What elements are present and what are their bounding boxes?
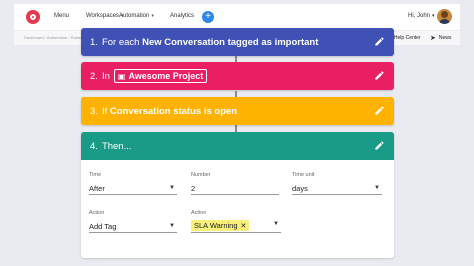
avatar[interactable] (437, 9, 452, 24)
chevron-down-icon: ▾ (151, 13, 154, 19)
action-tag-field: Action SLA Warning ✕ ▼ (191, 210, 281, 233)
action-label: Action (89, 210, 105, 216)
nav-menu-label: Menu (54, 13, 70, 19)
user-menu[interactable]: Hi, John ▾ (408, 13, 435, 19)
project-icon: ▣ (117, 71, 126, 81)
user-greeting: Hi, John (408, 13, 431, 19)
project-chip[interactable]: ▣ Awesome Project (113, 69, 208, 83)
number-input[interactable]: 2 (191, 184, 279, 195)
app-logo[interactable] (26, 10, 40, 24)
nav-automation[interactable]: Automation ▾ (119, 13, 154, 19)
chevron-down-icon: ▼ (374, 185, 380, 191)
close-icon[interactable]: ✕ (241, 222, 247, 230)
action-value: Add Tag (89, 222, 117, 231)
nav-analytics[interactable]: Analytics (170, 13, 194, 19)
step-scope[interactable]: 2. In ▣ Awesome Project (81, 62, 394, 90)
pencil-icon[interactable] (374, 70, 385, 81)
nav-workspaces[interactable]: Workspaces ▾ (86, 13, 123, 19)
action-form-panel: Time After ▼ Number 2 Time unit days ▼ Act… (81, 160, 394, 258)
nav-automation-label: Automation (119, 13, 150, 19)
add-button[interactable]: + (202, 11, 214, 23)
step-number: 1. (90, 36, 98, 48)
nav-analytics-label: Analytics (170, 13, 195, 19)
step-text: In (101, 70, 110, 82)
step-number: 4. (90, 140, 98, 152)
pencil-icon[interactable] (374, 140, 385, 151)
action-field: Action Add Tag ▼ (89, 210, 177, 233)
number-value: 2 (191, 184, 196, 193)
news-label: News (438, 35, 452, 41)
action-tag-label: Action (191, 210, 207, 216)
number-field: Number 2 (191, 172, 279, 195)
project-chip-label: Awesome Project (128, 71, 204, 81)
tag-chip-label: SLA Warning (194, 221, 238, 230)
time-unit-value: days (292, 184, 308, 193)
step-text: If (101, 105, 110, 117)
step-number: 3. (90, 105, 98, 117)
chevron-down-icon: ▼ (169, 223, 175, 229)
step-condition[interactable]: 3. If Conversation status is open (81, 97, 394, 125)
nav-menu[interactable]: Menu (54, 13, 69, 19)
help-center-label: Help Center (393, 34, 421, 41)
tag-select[interactable]: SLA Warning ✕ ▼ (191, 220, 281, 233)
breadcrumb: Dashboard › Automation › Rules (24, 35, 81, 40)
time-field: Time After ▼ (89, 172, 177, 195)
step-condition-text: Conversation status is open (109, 105, 238, 117)
chevron-down-icon: ▼ (169, 185, 175, 191)
nav-workspaces-label: Workspaces (86, 13, 119, 19)
time-unit-label: Time unit (292, 172, 315, 178)
chevron-down-icon: ▾ (432, 13, 435, 19)
pencil-icon[interactable] (374, 36, 385, 47)
time-value: After (89, 184, 105, 193)
time-select[interactable]: After ▼ (89, 184, 177, 195)
news-link[interactable]: ➤ News (430, 34, 451, 42)
time-unit-select[interactable]: days ▼ (292, 184, 382, 195)
time-label: Time (89, 172, 102, 178)
time-unit-field: Time unit days ▼ (292, 172, 382, 195)
pencil-icon[interactable] (374, 105, 385, 116)
number-label: Number (191, 172, 211, 178)
top-navigation-bar: Menu Workspaces ▾ Automation ▾ Analytics +… (14, 4, 460, 30)
step-trigger[interactable]: 1. For each New Conversation tagged as i… (81, 28, 394, 56)
step-number: 2. (90, 70, 98, 82)
action-select[interactable]: Add Tag ▼ (89, 222, 177, 233)
step-trigger-condition: New Conversation tagged as important (142, 36, 319, 48)
chevron-down-icon: ▼ (273, 221, 279, 227)
step-text: Then... (101, 140, 132, 152)
step-connector (235, 125, 237, 132)
step-action[interactable]: 4. Then... (81, 132, 394, 160)
step-text: For each (101, 36, 143, 48)
send-icon: ➤ (430, 35, 436, 42)
tag-chip[interactable]: SLA Warning ✕ (191, 220, 250, 231)
